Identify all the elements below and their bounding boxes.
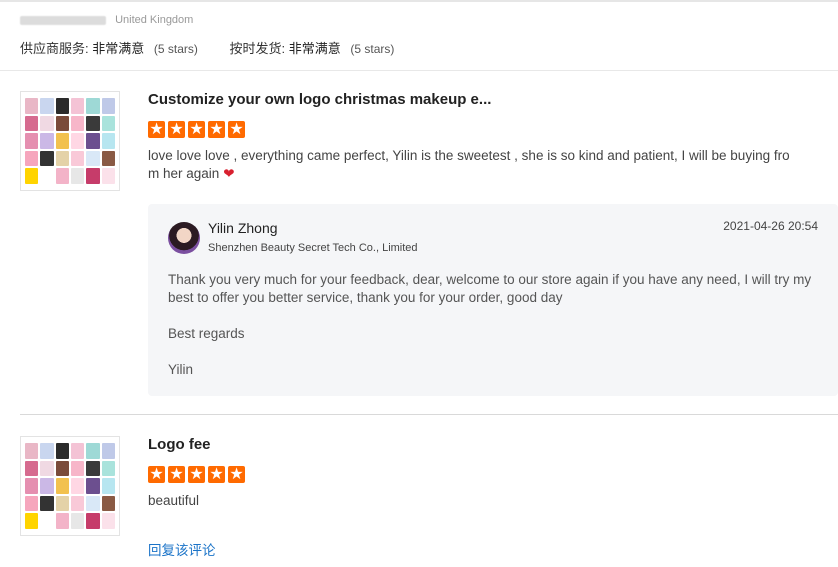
collage-tile — [25, 115, 39, 132]
review-comment: love love love , everything came perfect… — [148, 148, 790, 182]
collage-tile — [55, 513, 69, 529]
collage-tile — [86, 98, 100, 114]
collage-tile — [101, 460, 115, 477]
product-title[interactable]: Logo fee — [148, 436, 211, 453]
collage-tile — [25, 150, 39, 167]
collage-tile — [70, 150, 85, 167]
collage-tile — [40, 513, 54, 529]
collage-tile — [40, 150, 54, 167]
review-stars — [148, 464, 245, 483]
star-icon — [188, 119, 205, 138]
heart-icon: ❤ — [223, 166, 235, 182]
rating-supplier-service: 供应商服务: 非常满意 (5 stars) — [20, 41, 198, 56]
collage-tile — [40, 115, 54, 132]
section-divider — [0, 70, 838, 71]
reply-regards: Best regards — [168, 326, 245, 341]
collage-tile — [25, 478, 39, 494]
star-icon — [188, 464, 205, 483]
rating-on-time-shipping: 按时发货: 非常满意 (5 stars) — [229, 41, 395, 56]
collage-tile — [70, 460, 85, 477]
collage-tile — [70, 513, 85, 529]
collage-tile — [86, 168, 100, 184]
collage-tile — [25, 98, 39, 114]
collage-tile — [40, 495, 54, 512]
reviewer-info: United Kingdom — [20, 14, 193, 26]
review-divider — [20, 414, 838, 415]
collage-tile — [86, 460, 100, 477]
collage-tile — [25, 513, 39, 529]
collage-tile — [101, 115, 115, 132]
star-icon — [228, 119, 245, 138]
reviewer-country: United Kingdom — [115, 14, 194, 26]
collage-tile — [55, 443, 69, 459]
collage-tile — [25, 133, 39, 149]
reply-message: Thank you very much for your feedback, d… — [168, 272, 812, 305]
product-thumbnail[interactable] — [20, 91, 120, 191]
collage-tile — [101, 513, 115, 529]
collage-tile — [40, 133, 54, 149]
collage-tile — [25, 168, 39, 184]
collage-tile — [86, 495, 100, 512]
top-border — [0, 0, 838, 2]
collage-tile — [40, 443, 54, 459]
review-stars — [148, 119, 245, 138]
collage-tile — [86, 513, 100, 529]
reply-date: 2021-04-26 20:54 — [723, 219, 818, 233]
product-title[interactable]: Customize your own logo christmas makeup… — [148, 91, 491, 108]
collage-tile — [70, 478, 85, 494]
star-icon — [168, 464, 185, 483]
collage-tile — [25, 495, 39, 512]
collage-tile — [55, 495, 69, 512]
collage-tile — [86, 443, 100, 459]
collage-tile — [86, 133, 100, 149]
collage-tile — [55, 478, 69, 494]
seller-reply: Yilin Zhong Shenzhen Beauty Secret Tech … — [148, 204, 838, 396]
seller-ratings: 供应商服务: 非常满意 (5 stars) 按时发货: 非常满意 (5 star… — [20, 38, 422, 57]
reply-signature: Yilin — [168, 362, 194, 377]
collage-tile — [101, 168, 115, 184]
product-image — [25, 443, 115, 529]
collage-tile — [55, 115, 69, 132]
collage-tile — [25, 460, 39, 477]
collage-tile — [101, 133, 115, 149]
star-icon — [148, 464, 165, 483]
collage-tile — [101, 478, 115, 494]
collage-tile — [40, 478, 54, 494]
collage-tile — [101, 495, 115, 512]
collage-tile — [55, 133, 69, 149]
collage-tile — [40, 460, 54, 477]
collage-tile — [86, 115, 100, 132]
reply-to-review-link[interactable]: 回复该评论 — [148, 539, 216, 559]
star-icon — [208, 119, 225, 138]
star-icon — [168, 119, 185, 138]
collage-tile — [70, 443, 85, 459]
collage-tile — [70, 133, 85, 149]
collage-tile — [101, 98, 115, 114]
collage-tile — [86, 150, 100, 167]
reviewer-name-redacted — [20, 15, 106, 25]
reply-author: Yilin Zhong — [208, 220, 278, 236]
collage-tile — [40, 168, 54, 184]
collage-tile — [101, 150, 115, 167]
product-thumbnail[interactable] — [20, 436, 120, 536]
star-icon — [228, 464, 245, 483]
star-icon — [208, 464, 225, 483]
collage-tile — [70, 115, 85, 132]
collage-tile — [55, 460, 69, 477]
collage-tile — [70, 495, 85, 512]
collage-tile — [86, 478, 100, 494]
reply-company: Shenzhen Beauty Secret Tech Co., Limited — [208, 242, 418, 254]
collage-tile — [101, 443, 115, 459]
collage-tile — [40, 98, 54, 114]
collage-tile — [25, 443, 39, 459]
review-comment: beautiful — [148, 493, 200, 508]
star-icon — [148, 119, 165, 138]
avatar — [168, 222, 200, 254]
product-image — [25, 98, 115, 184]
collage-tile — [55, 150, 69, 167]
collage-tile — [70, 168, 85, 184]
collage-tile — [55, 168, 69, 184]
collage-tile — [70, 98, 85, 114]
collage-tile — [55, 98, 69, 114]
